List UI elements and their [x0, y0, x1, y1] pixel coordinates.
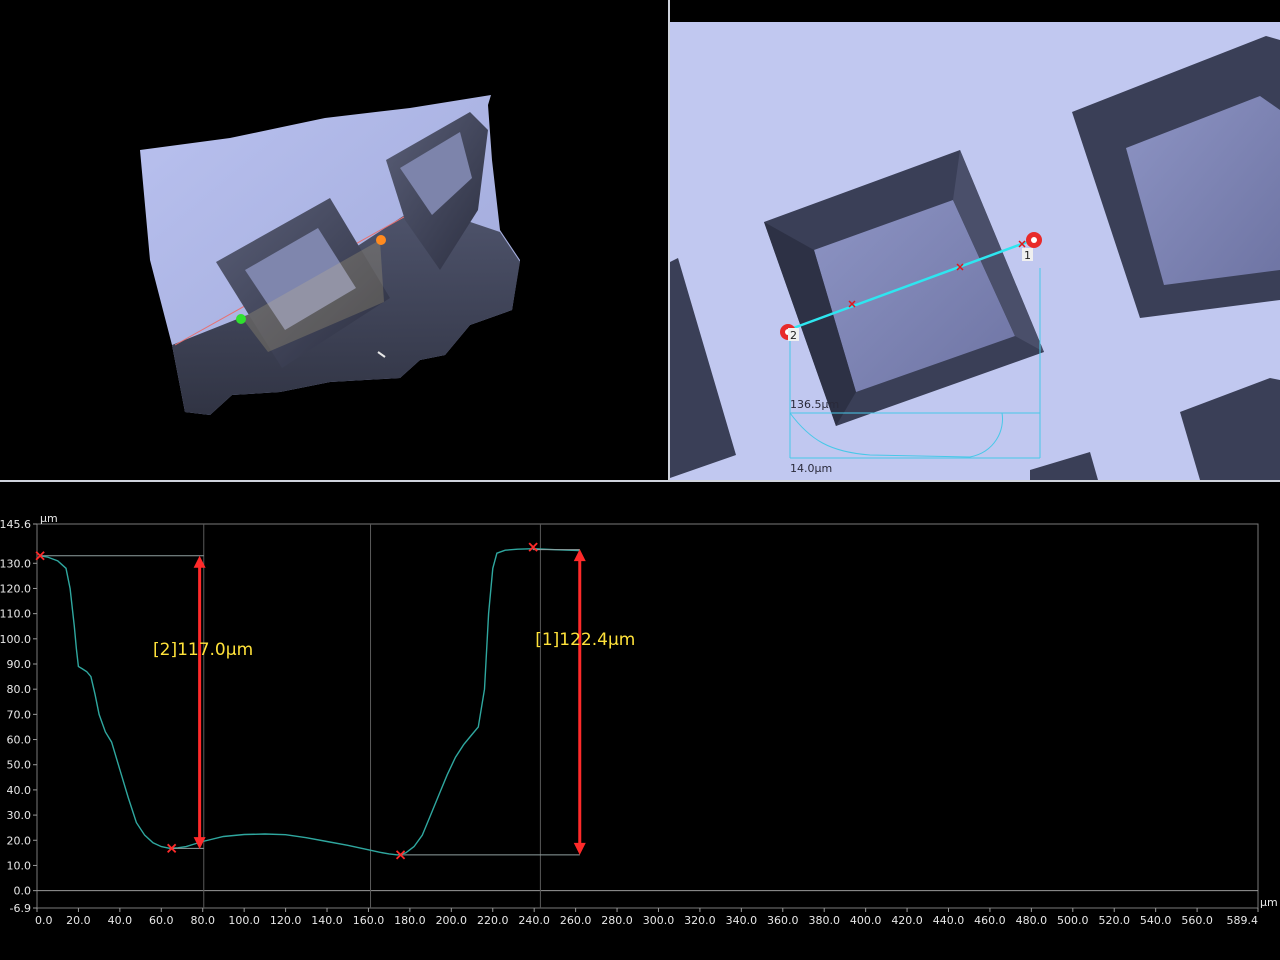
profile-chart-panel[interactable]: 145.6 130.0 120.0 110.0 100.0 90.0 80.0 70.0 60.…: [0, 482, 1280, 960]
x-tick-label: 240.0: [518, 914, 550, 927]
y-tick-label: 30.0: [7, 809, 32, 822]
point-orange-marker[interactable]: [376, 235, 386, 245]
x-tick-label: 140.0: [311, 914, 343, 927]
point-green-marker[interactable]: [236, 314, 246, 324]
x-tick-label: 180.0: [394, 914, 426, 927]
y-tick-label: 100.0: [0, 633, 31, 646]
y-tick-label: 80.0: [7, 683, 32, 696]
x-tick-label: 480.0: [1016, 914, 1048, 927]
y-tick-label: 20.0: [7, 834, 32, 847]
y-tick-label: 40.0: [7, 784, 32, 797]
x-tick-label: 100.0: [228, 914, 260, 927]
measure-1-label: [1]122.4µm: [535, 630, 635, 650]
x-tick-label: 220.0: [477, 914, 509, 927]
y-tick-label: -6.9: [10, 902, 31, 915]
y-axis-unit: µm: [40, 512, 58, 525]
x-tick-label: 560.0: [1181, 914, 1213, 927]
x-tick-label: 460.0: [974, 914, 1006, 927]
endpoint-2-label: 2: [790, 329, 797, 342]
x-tick-label: 320.0: [684, 914, 716, 927]
x-tick-label: 400.0: [850, 914, 882, 927]
x-tick-label: 60.0: [149, 914, 174, 927]
endpoint-1-label: 1: [1024, 249, 1031, 262]
y-tick-label: 0.0: [14, 885, 32, 898]
y-tick-label: 110.0: [0, 608, 31, 621]
y-tick-label: 90.0: [7, 658, 32, 671]
x-tick-label: 40.0: [108, 914, 133, 927]
measure-width-label: 136.5µm: [790, 398, 839, 411]
x-tick-label: 340.0: [726, 914, 758, 927]
profile-chart[interactable]: 145.6 130.0 120.0 110.0 100.0 90.0 80.0 70.0 60.…: [0, 482, 1280, 960]
3d-surface-render[interactable]: [0, 0, 668, 480]
x-axis-unit: µm: [1260, 896, 1278, 909]
y-tick-label: 50.0: [7, 759, 32, 772]
y-tick-label: 70.0: [7, 708, 32, 721]
x-tick-label: 360.0: [767, 914, 799, 927]
x-tick-label: 120.0: [270, 914, 302, 927]
3d-view-panel[interactable]: [0, 0, 668, 480]
x-tick-label: 420.0: [891, 914, 923, 927]
x-tick-label: 20.0: [66, 914, 91, 927]
y-tick-label: 120.0: [0, 582, 31, 595]
y-tick-label: 130.0: [0, 557, 31, 570]
x-tick-label: 380.0: [808, 914, 840, 927]
x-tick-label: 300.0: [643, 914, 675, 927]
arrow-head-bottom: [573, 842, 586, 855]
y-tick-label: 10.0: [7, 859, 32, 872]
x-tick-label: 0.0: [35, 914, 53, 927]
x-tick-label: 280.0: [601, 914, 633, 927]
x-tick-label: 520.0: [1098, 914, 1130, 927]
profile-series-line: [38, 547, 580, 856]
x-tick-label: 200.0: [436, 914, 468, 927]
x-tick-label: 500.0: [1057, 914, 1089, 927]
x-tick-label: 160.0: [353, 914, 385, 927]
measure-arrow-1[interactable]: [573, 549, 586, 855]
x-tick-label: 589.4: [1227, 914, 1259, 927]
y-tick-label: 145.6: [0, 518, 31, 531]
plot-frame: [36, 523, 1259, 909]
y-tick-label: 60.0: [7, 734, 32, 747]
measure-height-label: 14.0µm: [790, 462, 832, 475]
measure-2-label: [2]117.0µm: [153, 640, 253, 660]
2d-optical-image[interactable]: 136.5µm 14.0µm 1 2: [670, 0, 1280, 480]
x-tick-label: 540.0: [1140, 914, 1172, 927]
x-tick-label: 260.0: [560, 914, 592, 927]
2d-optical-view-panel[interactable]: 136.5µm 14.0µm 1 2: [670, 0, 1280, 480]
x-tick-label: 80.0: [190, 914, 215, 927]
x-tick-label: 440.0: [933, 914, 965, 927]
